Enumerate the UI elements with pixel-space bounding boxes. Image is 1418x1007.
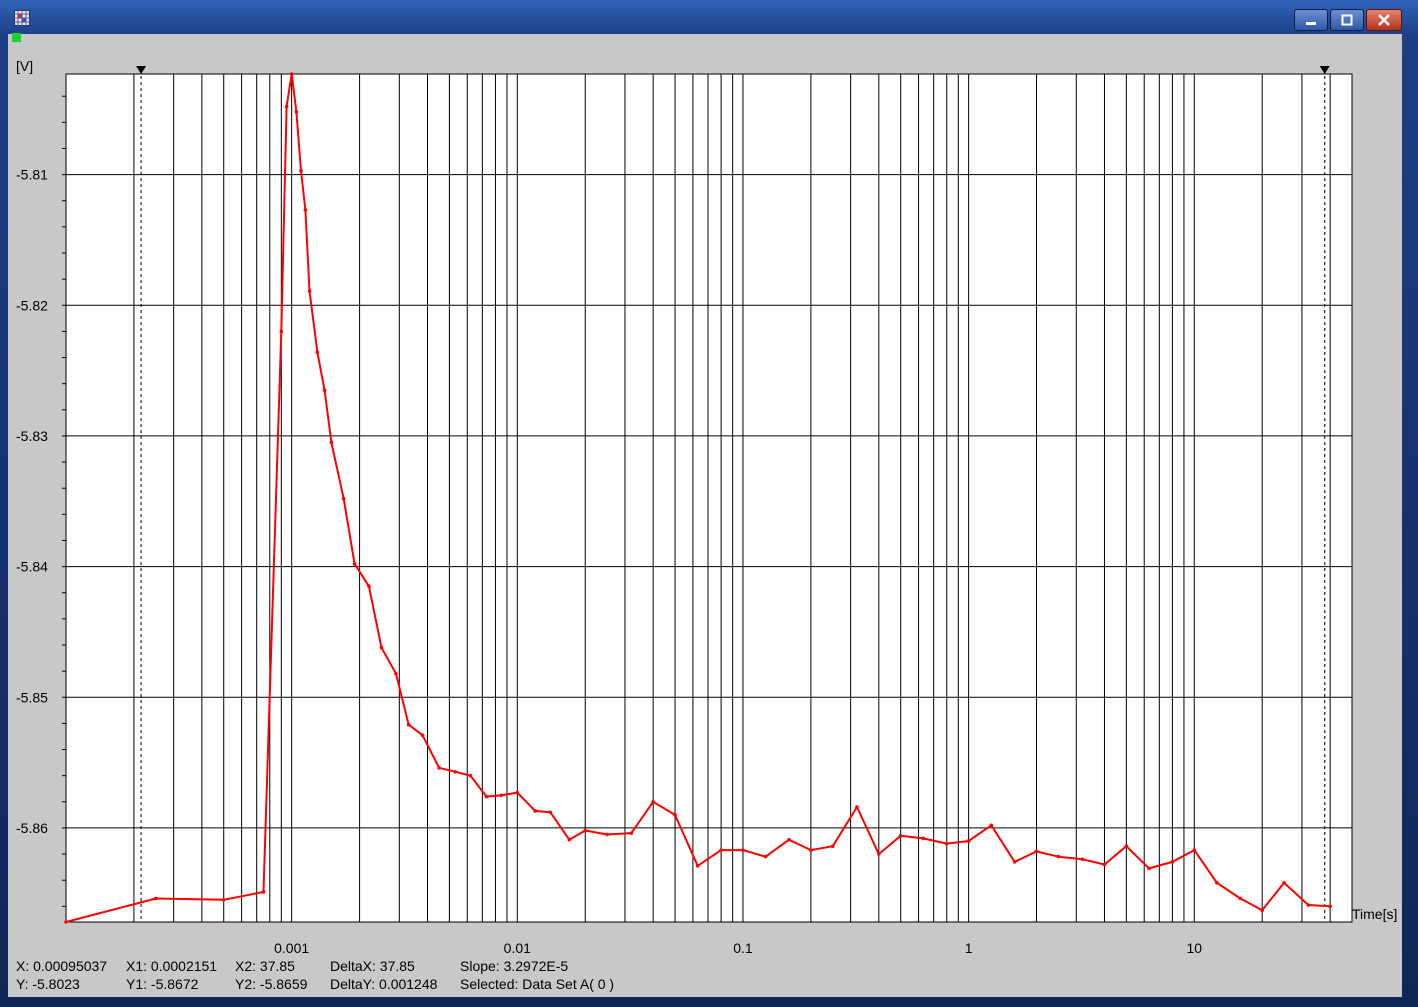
data-point xyxy=(651,799,655,804)
x-tick-label: 0.01 xyxy=(504,940,531,956)
data-point xyxy=(787,837,791,842)
data-point xyxy=(64,920,68,924)
y-tick-label: -5.81 xyxy=(16,167,48,183)
data-point xyxy=(567,837,572,842)
y-tick-label: -5.82 xyxy=(16,297,48,313)
data-point xyxy=(830,844,835,849)
data-point xyxy=(719,848,723,852)
app-window: -5.81 -5.82 -5.83 -5.84 -5.85 -5.86 0.001 0.01… xyxy=(0,0,1418,1007)
data-point xyxy=(1080,857,1085,862)
data-point xyxy=(583,828,588,833)
readout-deltax: DeltaX: 37.85 xyxy=(330,958,415,974)
data-point xyxy=(406,722,411,727)
cursor-readouts: X: 0.00095037 Y: -5.8023 X1: 0.0002151 Y… xyxy=(16,957,696,997)
y-tick-label: -5.83 xyxy=(16,428,48,444)
data-point xyxy=(1102,862,1107,867)
data-point xyxy=(741,848,745,852)
data-point xyxy=(1192,848,1197,852)
data-point xyxy=(279,329,284,334)
x-axis-label: Time[s] xyxy=(1352,906,1397,922)
data-point xyxy=(1034,849,1039,854)
data-point xyxy=(1012,860,1017,864)
data-point xyxy=(294,110,299,114)
y-tick-label: -5.86 xyxy=(16,820,48,836)
data-point xyxy=(420,733,425,737)
x-tick-label: 1 xyxy=(965,940,973,956)
data-point xyxy=(1170,860,1175,864)
data-point xyxy=(1328,904,1332,909)
readout-selected: Selected: Data Set A( 0 ) xyxy=(460,976,615,992)
data-point xyxy=(322,388,327,393)
data-point xyxy=(1124,844,1129,849)
data-point xyxy=(453,769,457,774)
x-tick-labels: 0.001 0.01 0.1 1 10 xyxy=(274,940,1202,956)
data-point xyxy=(1238,896,1243,901)
readout-y: Y: -5.8023 xyxy=(16,976,80,992)
data-point xyxy=(763,854,768,859)
data-point xyxy=(307,289,312,293)
x-tick-label: 0.1 xyxy=(733,940,753,956)
data-point xyxy=(341,496,346,501)
line-chart[interactable]: -5.81 -5.82 -5.83 -5.84 -5.85 -5.86 0.001 0.01… xyxy=(0,0,1418,1007)
data-point xyxy=(1215,881,1219,885)
data-point xyxy=(989,823,994,828)
cursor-marker-2 xyxy=(1319,66,1330,74)
data-point xyxy=(1282,881,1286,885)
data-point xyxy=(944,841,949,846)
data-point xyxy=(855,805,859,809)
y-tick-label: -5.85 xyxy=(16,689,48,705)
data-point xyxy=(533,809,537,813)
y-axis-unit: [V] xyxy=(16,58,33,74)
data-point xyxy=(303,208,308,212)
data-point xyxy=(877,852,881,856)
readout-y1: Y1: -5.8672 xyxy=(126,976,199,992)
data-point xyxy=(898,833,903,838)
readout-y2: Y2: -5.8659 xyxy=(235,976,308,992)
data-point xyxy=(221,897,226,902)
data-point xyxy=(1260,908,1265,913)
data-point xyxy=(379,645,384,650)
data-point xyxy=(809,848,813,852)
data-point xyxy=(1306,903,1311,907)
readout-x: X: 0.00095037 xyxy=(16,958,108,974)
data-point xyxy=(329,440,334,445)
data-point xyxy=(484,794,489,799)
cursor-marker-1 xyxy=(136,66,147,74)
readout-slope: Slope: 3.2972E-5 xyxy=(460,958,569,974)
data-point xyxy=(352,562,357,566)
data-point xyxy=(299,168,303,173)
data-point xyxy=(468,773,473,778)
data-point xyxy=(394,671,398,676)
data-point xyxy=(1147,866,1151,871)
data-point xyxy=(695,864,700,868)
data-point xyxy=(153,896,158,901)
data-point xyxy=(284,104,289,109)
data-point xyxy=(1056,854,1061,859)
data-point xyxy=(437,766,441,770)
data-point xyxy=(548,810,553,815)
data-point xyxy=(499,793,504,798)
y-tick-labels: -5.81 -5.82 -5.83 -5.84 -5.85 -5.86 xyxy=(16,167,48,836)
data-point xyxy=(629,831,634,835)
x-tick-label: 10 xyxy=(1186,940,1202,956)
data-point xyxy=(367,584,371,588)
data-point xyxy=(673,813,677,817)
y-tick-label: -5.84 xyxy=(16,559,48,575)
y-minor-ticks xyxy=(62,95,66,907)
data-point xyxy=(966,839,971,843)
readout-x2: X2: 37.85 xyxy=(235,958,295,974)
data-point xyxy=(289,72,294,76)
data-point xyxy=(921,836,926,841)
data-point xyxy=(515,790,520,795)
readout-x1: X1: 0.0002151 xyxy=(126,958,218,974)
readout-deltay: DeltaY: 0.001248 xyxy=(330,976,438,992)
data-point xyxy=(605,832,609,837)
data-point xyxy=(315,350,320,355)
x-tick-label: 0.001 xyxy=(274,940,309,956)
data-point xyxy=(261,890,266,894)
